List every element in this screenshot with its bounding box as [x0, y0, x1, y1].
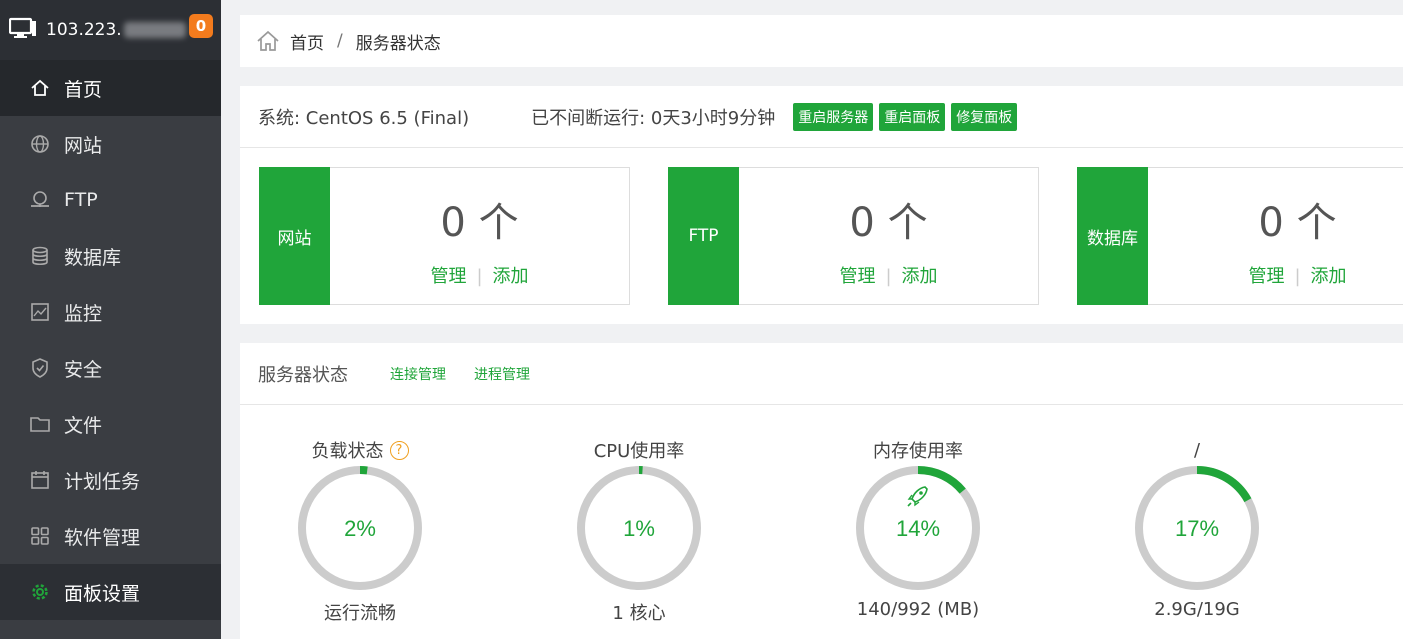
home-icon	[30, 78, 50, 98]
gauge-ring: 14%	[856, 466, 980, 590]
card-tag: 数据库	[1077, 167, 1148, 305]
add-link[interactable]: 添加	[493, 266, 529, 287]
home-icon[interactable]	[256, 30, 280, 52]
help-icon[interactable]: ?	[389, 440, 409, 460]
globe-icon	[30, 134, 50, 154]
gauge-title: 负载状态	[311, 441, 384, 462]
sidebar: 103.223. 0 首页 网站 FTP 数据库 监控 安全 文件 计划任务 软…	[0, 0, 221, 639]
ip-redacted	[123, 22, 186, 38]
disk-gauge: / 17% 2.9G/19G	[1077, 437, 1317, 620]
manage-link[interactable]: 管理	[1248, 266, 1284, 287]
monitor-icon	[8, 17, 37, 43]
database-icon	[30, 246, 50, 266]
manage-link[interactable]: 管理	[430, 266, 466, 287]
card-tag: FTP	[668, 167, 739, 305]
sidebar-item-security[interactable]: 安全	[0, 340, 221, 396]
sidebar-item-label: 文件	[64, 414, 103, 437]
sidebar-item-label: 网站	[64, 134, 103, 157]
sidebar-item-label: FTP	[64, 189, 98, 211]
server-status-panel: 服务器状态 连接管理 进程管理 负载状态? 2% 运行流畅 CPU使用率 1% …	[240, 343, 1403, 639]
sidebar-item-home[interactable]: 首页	[0, 60, 221, 116]
add-link[interactable]: 添加	[902, 266, 938, 287]
shield-icon	[30, 358, 50, 378]
cpu-gauge: CPU使用率 1% 1 核心	[519, 437, 759, 625]
folder-icon	[30, 414, 50, 434]
gauge-title: /	[1193, 439, 1201, 461]
rocket-icon	[907, 486, 928, 507]
gauge-value: 14%	[896, 516, 940, 541]
system-panel: 系统: CentOS 6.5 (Final) 已不间断运行: 0天3小时9分钟 …	[240, 86, 1403, 324]
sidebar-item-label: 安全	[64, 358, 103, 381]
restart-panel-button[interactable]: 重启面板	[879, 102, 946, 131]
card-actions: 管理 | 添加	[1248, 266, 1347, 287]
grid-icon	[30, 526, 50, 546]
card-count: 0 个	[440, 200, 519, 246]
gauge-subtitle: 2.9G/19G	[1154, 599, 1240, 620]
sidebar-item-software[interactable]: 软件管理	[0, 508, 221, 564]
sidebar-item-ftp[interactable]: FTP	[0, 172, 221, 228]
system-info-bar: 系统: CentOS 6.5 (Final) 已不间断运行: 0天3小时9分钟 …	[240, 86, 1403, 148]
gauge-ring: 2%	[298, 466, 422, 590]
gauge-value: 2%	[344, 516, 376, 541]
gauge-value: 17%	[1175, 516, 1219, 541]
status-title: 服务器状态	[258, 364, 348, 386]
server-header: 103.223. 0	[0, 0, 221, 60]
gauge-subtitle: 1 核心	[612, 603, 666, 624]
gauge-title: 内存使用率	[873, 441, 963, 462]
sidebar-item-files[interactable]: 文件	[0, 396, 221, 452]
restart-server-button[interactable]: 重启服务器	[793, 102, 874, 131]
sidebar-item-label: 面板设置	[64, 582, 141, 605]
os-info: 系统: CentOS 6.5 (Final)	[258, 107, 470, 129]
manage-link[interactable]: 管理	[839, 266, 875, 287]
breadcrumb: 首页 / 服务器状态	[240, 15, 1403, 67]
sidebar-item-settings[interactable]: 面板设置	[0, 564, 221, 620]
monitor-icon	[30, 302, 50, 322]
database-card: 数据库 0 个 管理 | 添加	[1077, 167, 1403, 305]
ftp-card: FTP 0 个 管理 | 添加	[668, 167, 1039, 305]
process-manage-link[interactable]: 进程管理	[474, 364, 530, 384]
repair-panel-button[interactable]: 修复面板	[951, 102, 1018, 131]
breadcrumb-current: 服务器状态	[355, 33, 441, 54]
calendar-icon	[30, 470, 50, 490]
card-actions: 管理 | 添加	[430, 266, 529, 287]
load-gauge: 负载状态? 2% 运行流畅	[240, 437, 480, 625]
gauge-ring: 1%	[577, 466, 701, 590]
card-count: 0 个	[1258, 200, 1337, 246]
status-header: 服务器状态 连接管理 进程管理	[240, 343, 1403, 405]
uptime-info: 已不间断运行: 0天3小时9分钟	[531, 107, 776, 129]
card-actions: 管理 | 添加	[839, 266, 938, 287]
notification-badge[interactable]: 0	[189, 14, 213, 38]
sidebar-item-label: 计划任务	[64, 470, 141, 493]
sidebar-item-database[interactable]: 数据库	[0, 228, 221, 284]
sidebar-item-monitor[interactable]: 监控	[0, 284, 221, 340]
sidebar-item-label: 首页	[64, 78, 103, 101]
sidebar-item-label: 软件管理	[64, 526, 141, 549]
website-card: 网站 0 个 管理 | 添加	[259, 167, 630, 305]
card-count: 0 个	[849, 200, 928, 246]
memory-gauge: 内存使用率 14% 140/992 (MB)	[798, 437, 1038, 620]
gauge-subtitle: 140/992 (MB)	[856, 599, 980, 620]
ftp-icon	[30, 190, 50, 210]
sidebar-item-label: 监控	[64, 302, 103, 325]
breadcrumb-separator: /	[337, 31, 343, 51]
gear-icon	[30, 582, 50, 602]
add-link[interactable]: 添加	[1311, 266, 1347, 287]
sidebar-item-label: 数据库	[64, 246, 122, 269]
breadcrumb-home[interactable]: 首页	[290, 29, 324, 54]
sidebar-item-cron[interactable]: 计划任务	[0, 452, 221, 508]
gauge-value: 1%	[623, 516, 655, 541]
gauge-ring: 17%	[1135, 466, 1259, 590]
gauge-title: CPU使用率	[593, 441, 685, 462]
gauge-subtitle: 运行流畅	[324, 603, 396, 624]
card-tag: 网站	[259, 167, 330, 305]
server-ip: 103.223.	[46, 20, 122, 40]
connection-manage-link[interactable]: 连接管理	[390, 364, 446, 384]
sidebar-item-website[interactable]: 网站	[0, 116, 221, 172]
